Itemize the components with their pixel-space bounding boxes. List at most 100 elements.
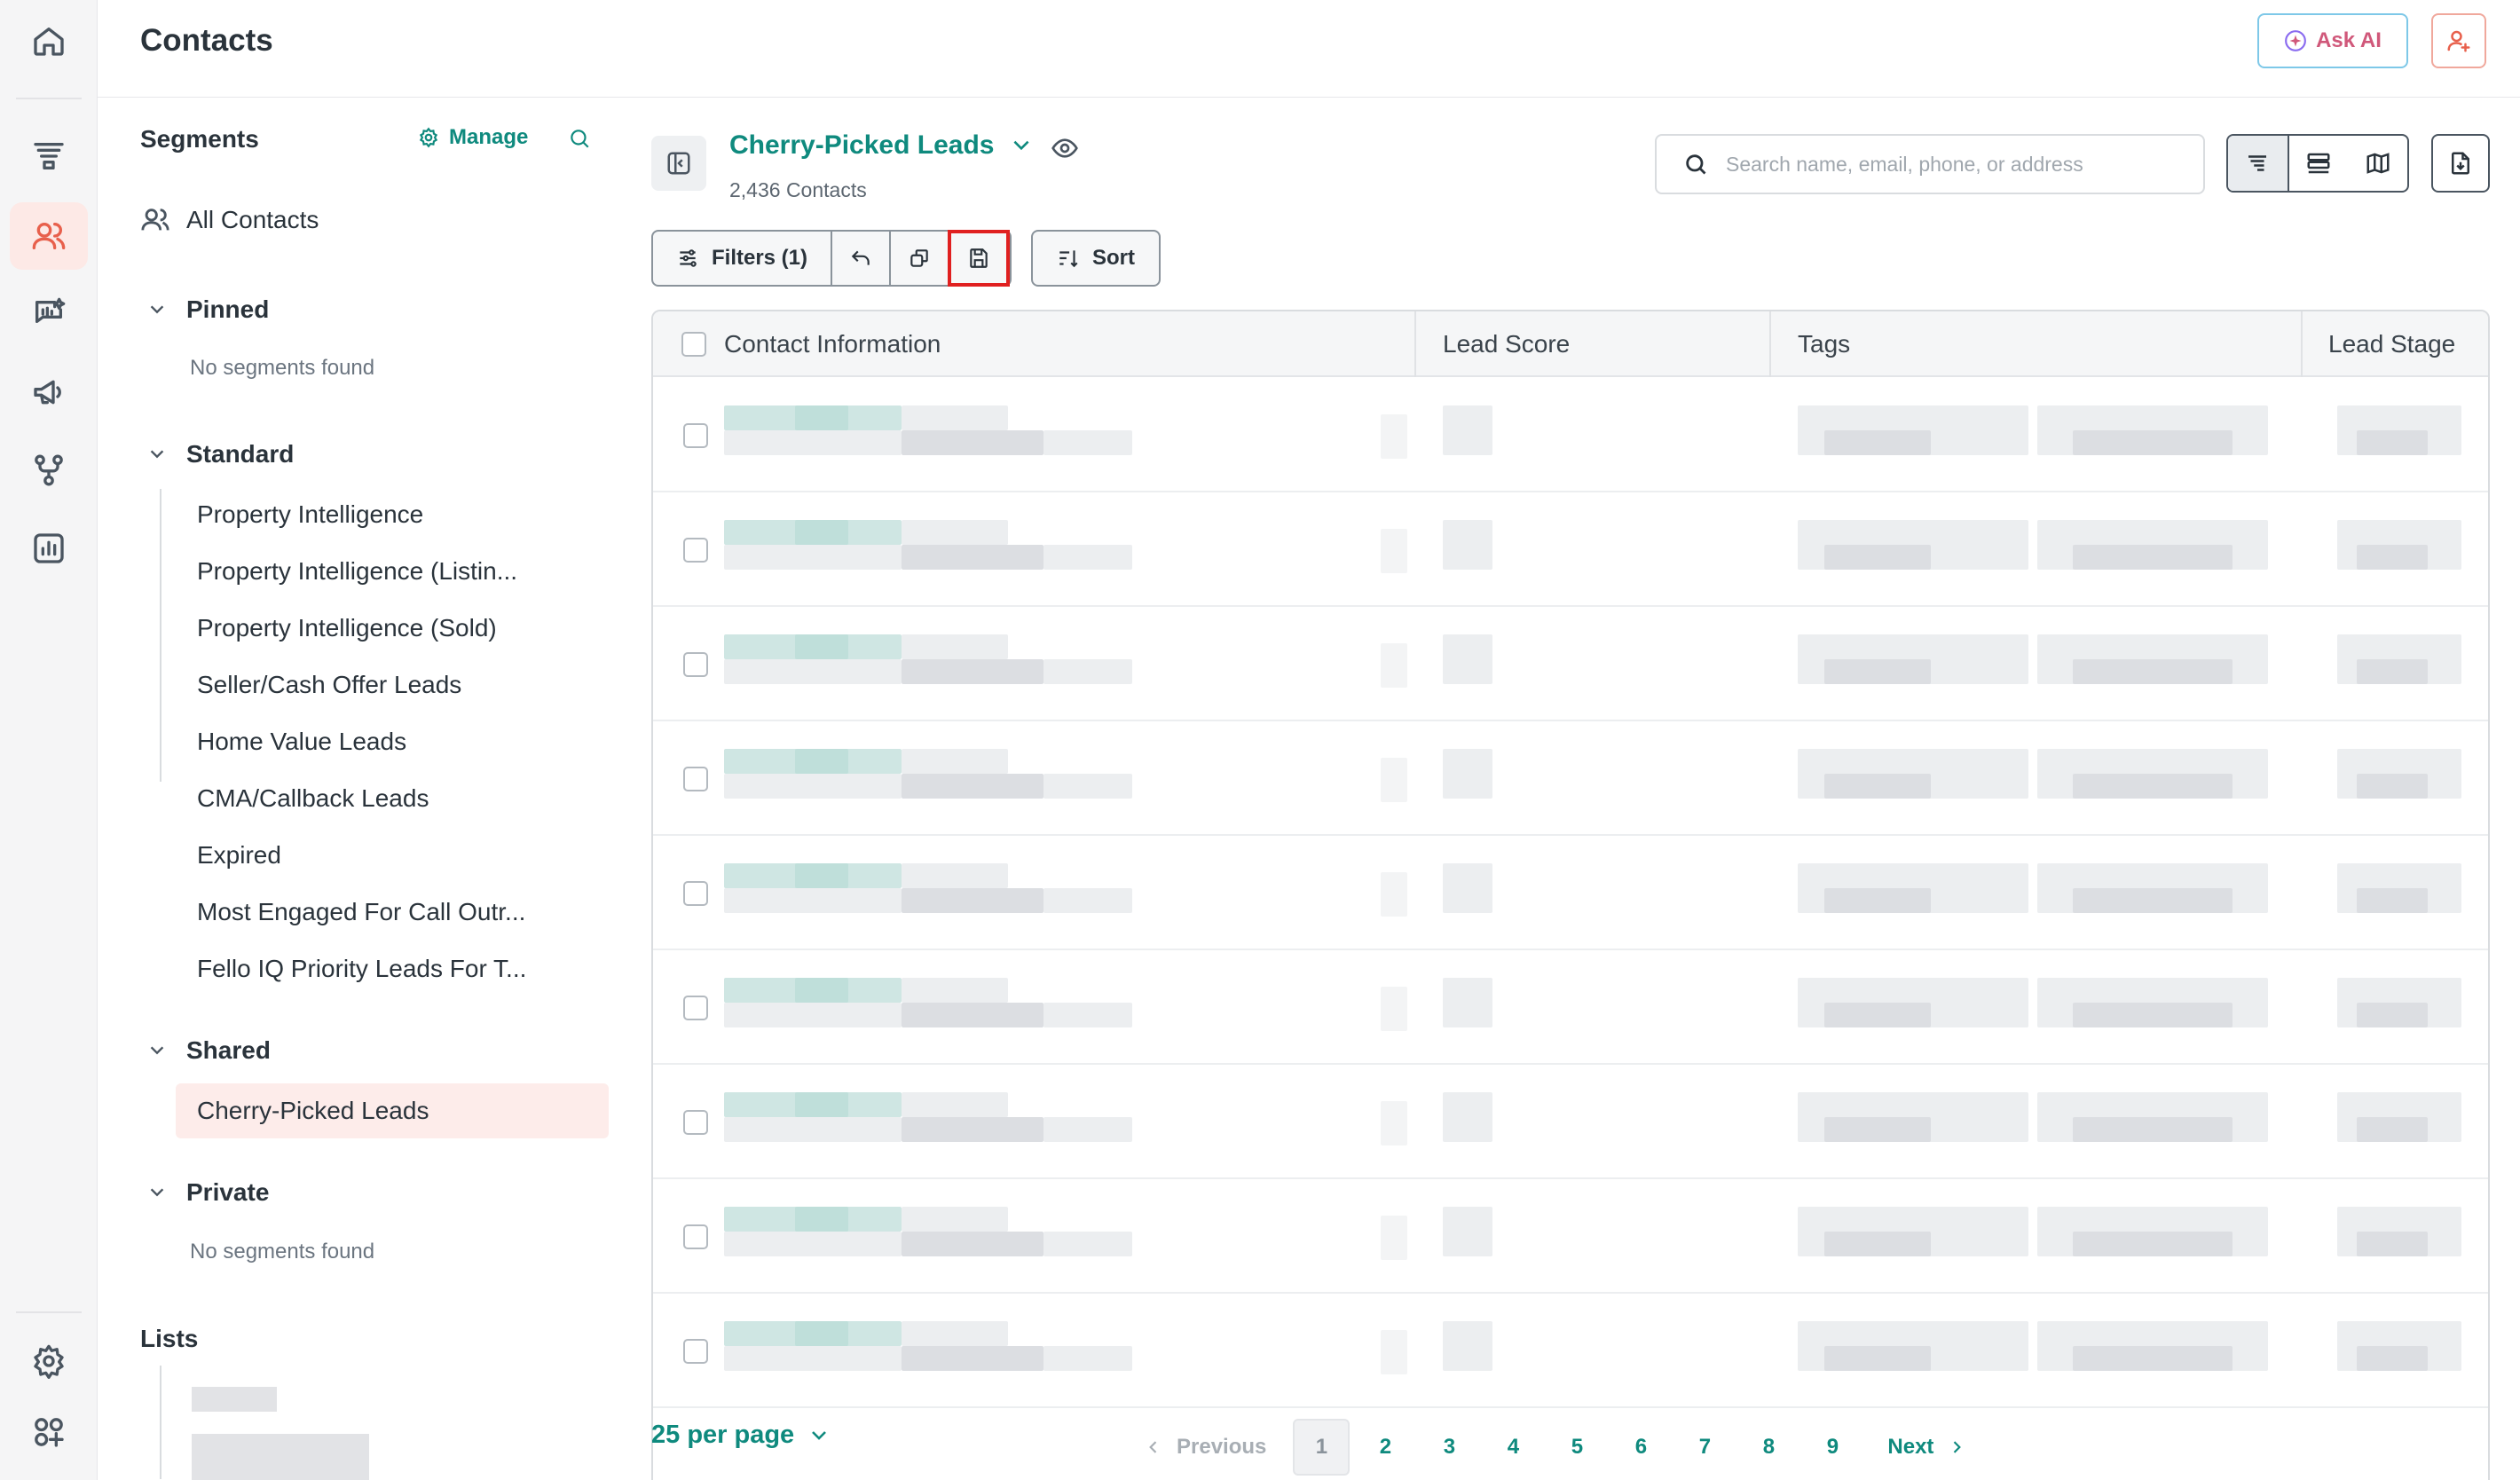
segment-item[interactable]: Most Engaged For Call Outr... [176, 885, 609, 940]
column-header[interactable]: Contact Information [724, 311, 941, 377]
segment-item[interactable]: Property Intelligence (Sold) [176, 601, 609, 656]
table-row[interactable] [653, 608, 2488, 721]
blurred-cell-content [902, 1346, 1043, 1371]
shared-group-toggle[interactable]: Shared [147, 1036, 271, 1065]
select-all-checkbox[interactable] [681, 332, 706, 357]
segment-visibility-button[interactable] [1051, 134, 1079, 167]
filters-button[interactable]: Filters (1) [653, 232, 832, 285]
rail-divider [16, 1311, 82, 1313]
table-row[interactable] [653, 379, 2488, 492]
row-checkbox[interactable] [683, 1224, 708, 1249]
blurred-cell-content [902, 405, 1008, 430]
segment-item[interactable]: Expired [176, 828, 609, 883]
map-view-button[interactable] [2348, 136, 2407, 191]
blurred-cell-content [795, 749, 848, 774]
private-group-toggle[interactable]: Private [147, 1178, 269, 1207]
page-number-button[interactable]: 8 [1740, 1419, 1797, 1476]
standard-group-toggle[interactable]: Standard [147, 440, 294, 468]
segment-item[interactable]: Property Intelligence (Listin... [176, 544, 609, 599]
row-checkbox[interactable] [683, 538, 708, 563]
table-row[interactable] [653, 951, 2488, 1065]
row-checkbox[interactable] [683, 881, 708, 906]
table-row[interactable] [653, 837, 2488, 950]
search-box[interactable] [1655, 134, 2205, 194]
previous-page-button[interactable]: Previous [1145, 1435, 1266, 1460]
segment-item[interactable]: Property Intelligence [176, 487, 609, 542]
undo-button[interactable] [832, 232, 891, 285]
column-divider[interactable] [2301, 311, 2303, 377]
sort-button[interactable]: Sort [1031, 230, 1161, 287]
blurred-cell-content [795, 1207, 848, 1232]
row-checkbox[interactable] [683, 996, 708, 1020]
page-number-button[interactable]: 9 [1804, 1419, 1861, 1476]
segment-item[interactable]: Fello IQ Priority Leads For T... [176, 941, 609, 996]
table-row[interactable] [653, 722, 2488, 836]
search-input[interactable] [1726, 152, 2187, 177]
export-button[interactable] [2431, 134, 2490, 193]
per-page-select[interactable]: 25 per page [651, 1421, 830, 1450]
contacts-nav-button[interactable] [10, 202, 88, 270]
column-divider[interactable] [1769, 311, 1771, 377]
blurred-cell-content [1043, 1003, 1132, 1027]
column-header[interactable]: Tags [1798, 311, 1850, 377]
blurred-cell-content [902, 978, 1008, 1003]
segment-dropdown[interactable]: Cherry-Picked Leads [729, 130, 1033, 161]
blurred-cell-content [2073, 1117, 2233, 1142]
page-number-button[interactable]: 1 [1293, 1419, 1351, 1476]
table-row[interactable] [653, 1066, 2488, 1179]
save-segment-button[interactable] [948, 230, 1010, 287]
list-view-button[interactable] [2289, 136, 2349, 191]
table-row[interactable] [653, 1295, 2488, 1408]
add-contact-button[interactable] [2431, 13, 2486, 68]
settings-nav-button[interactable] [10, 1327, 88, 1395]
segment-item[interactable]: CMA/Callback Leads [176, 771, 609, 826]
page-number-button[interactable]: 2 [1357, 1419, 1414, 1476]
pagination: Previous 123456789 Next [1145, 1419, 1965, 1476]
column-header[interactable]: Lead Stage [2328, 311, 2455, 377]
page-number-button[interactable]: 6 [1612, 1419, 1669, 1476]
manage-segments-button[interactable]: Manage [417, 125, 528, 150]
blurred-cell-content [1381, 872, 1407, 917]
sidebar-collapse-icon [667, 152, 690, 175]
row-checkbox[interactable] [683, 1339, 708, 1364]
reports-nav-button[interactable] [10, 515, 88, 582]
row-checkbox[interactable] [683, 1110, 708, 1135]
column-header[interactable]: Lead Score [1443, 311, 1570, 377]
home-nav-button[interactable] [10, 7, 88, 75]
blurred-cell-content [795, 1321, 848, 1346]
page-number-button[interactable]: 5 [1548, 1419, 1605, 1476]
all-contacts-item[interactable]: All Contacts [140, 205, 319, 235]
table-row[interactable] [653, 493, 2488, 607]
column-divider[interactable] [1414, 311, 1416, 377]
segment-item[interactable]: Seller/Cash Offer Leads [176, 657, 609, 712]
row-checkbox[interactable] [683, 423, 708, 448]
blurred-cell-content [1043, 888, 1132, 913]
blurred-list-item[interactable] [192, 1434, 369, 1480]
row-checkbox[interactable] [683, 652, 708, 677]
blurred-cell-content [724, 1003, 902, 1027]
ask-ai-button[interactable]: Ask AI [2257, 13, 2408, 68]
collapse-panel-button[interactable] [651, 136, 706, 191]
blurred-cell-content [1043, 430, 1132, 455]
blurred-cell-content [1824, 659, 1931, 684]
segment-item[interactable]: Home Value Leads [176, 714, 609, 769]
page-number-button[interactable]: 4 [1484, 1419, 1541, 1476]
blurred-cell-content [2357, 545, 2428, 570]
blurred-list-item[interactable] [192, 1387, 277, 1412]
next-page-button[interactable]: Next [1887, 1435, 1965, 1460]
page-number-button[interactable]: 7 [1676, 1419, 1733, 1476]
campaigns-nav-button[interactable] [10, 358, 88, 426]
segment-search-button[interactable] [568, 127, 591, 154]
workflows-nav-button[interactable] [10, 437, 88, 504]
conversations-nav-button[interactable] [10, 280, 88, 348]
pinned-group-toggle[interactable]: Pinned [147, 295, 269, 324]
pipeline-icon [2248, 155, 2267, 171]
pipeline-view-button[interactable] [2228, 136, 2289, 191]
segment-item-selected[interactable]: Cherry-Picked Leads [176, 1083, 609, 1138]
apps-nav-button[interactable] [10, 1398, 88, 1466]
row-checkbox[interactable] [683, 767, 708, 791]
duplicate-button[interactable] [891, 232, 949, 285]
funnel-nav-button[interactable] [10, 122, 88, 190]
table-row[interactable] [653, 1180, 2488, 1294]
page-number-button[interactable]: 3 [1421, 1419, 1477, 1476]
